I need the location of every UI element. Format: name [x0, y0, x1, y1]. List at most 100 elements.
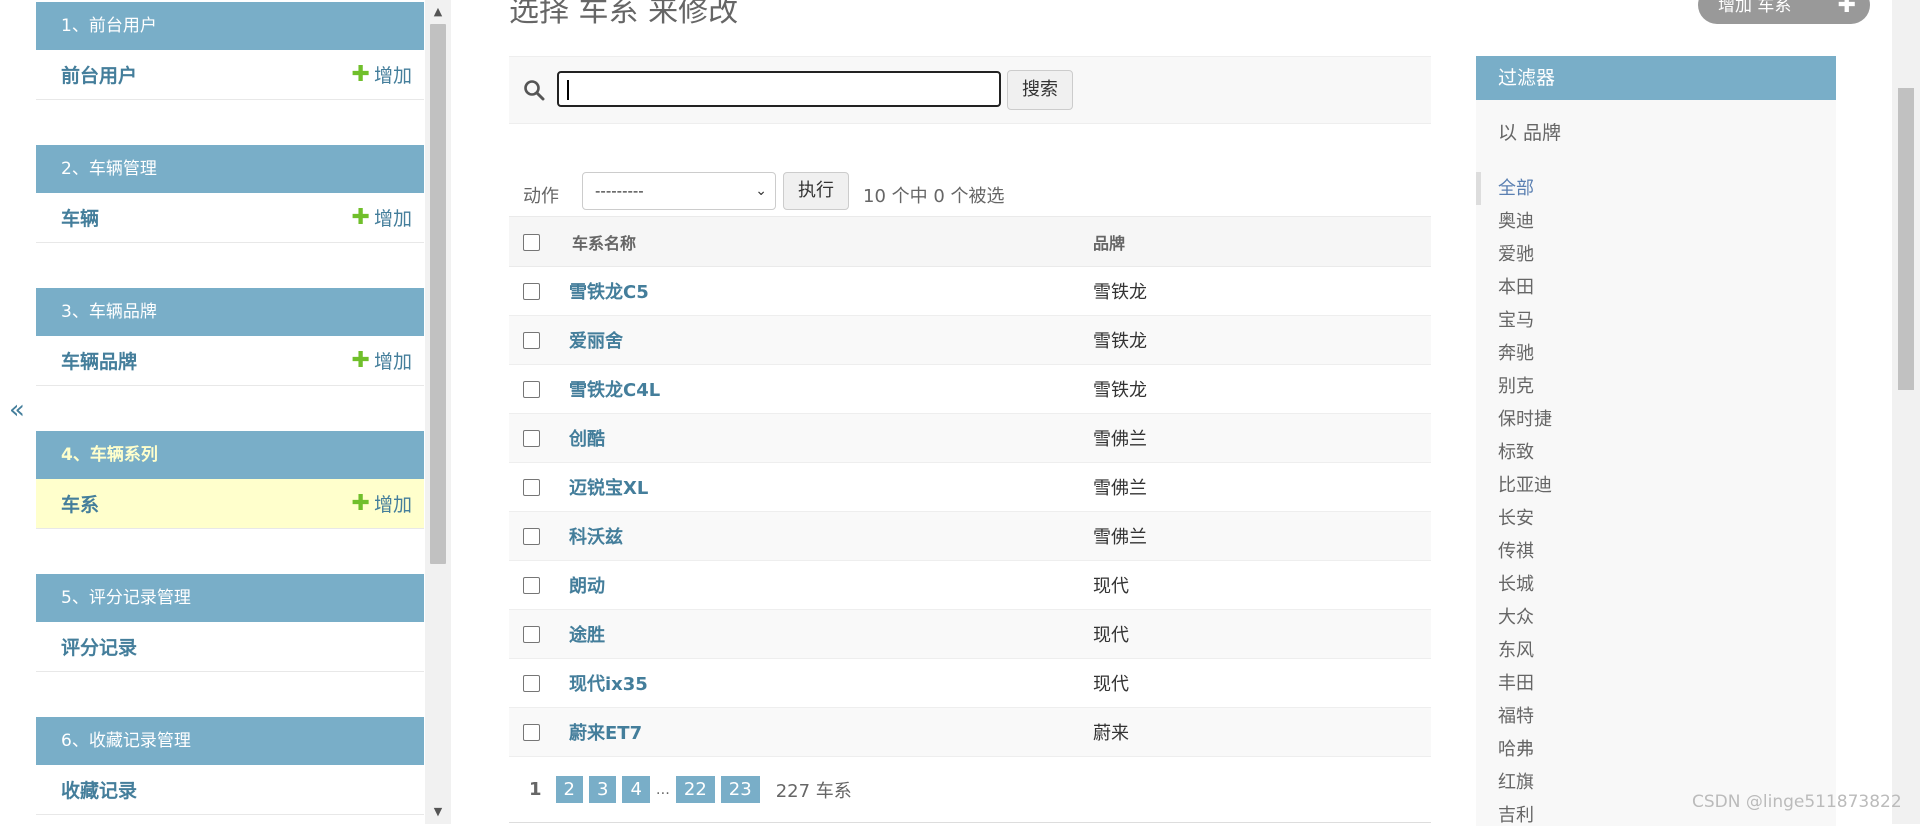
- search-button[interactable]: 搜索: [1007, 70, 1073, 110]
- row-checkbox[interactable]: [523, 675, 540, 692]
- table-row: 科沃兹 雪佛兰: [509, 511, 1431, 561]
- model-link-series[interactable]: 车系: [61, 490, 99, 517]
- column-header-brand[interactable]: 品牌: [1093, 216, 1431, 267]
- scroll-up-icon[interactable]: ▲: [425, 2, 451, 22]
- text-cursor: [567, 80, 569, 100]
- scrollbar-thumb[interactable]: [430, 24, 446, 564]
- model-link-favorite-record[interactable]: 收藏记录: [61, 776, 137, 803]
- filter-link[interactable]: 东风: [1498, 640, 1534, 661]
- module-caption[interactable]: 4、车辆系列: [36, 431, 424, 479]
- model-link-rating-record[interactable]: 评分记录: [61, 633, 137, 660]
- filter-link[interactable]: 本田: [1498, 277, 1534, 298]
- row-checkbox[interactable]: [523, 724, 540, 741]
- row-checkbox[interactable]: [523, 332, 540, 349]
- plus-icon: ✚: [351, 490, 370, 516]
- table-row: 爱丽舍 雪铁龙: [509, 315, 1431, 365]
- column-header-series-name[interactable]: 车系名称: [569, 216, 1093, 267]
- filter-link[interactable]: 奔驰: [1498, 343, 1534, 364]
- page-link[interactable]: 23: [720, 776, 760, 803]
- row-checkbox[interactable]: [523, 381, 540, 398]
- module-caption[interactable]: 6、收藏记录管理: [36, 717, 424, 765]
- filter-link[interactable]: 比亚迪: [1498, 475, 1552, 496]
- filter-link[interactable]: 标致: [1498, 442, 1534, 463]
- series-name-cell: 蔚来ET7: [569, 707, 1093, 757]
- filter-link[interactable]: 哈弗: [1498, 739, 1534, 760]
- filter-link[interactable]: 吉利: [1498, 805, 1534, 826]
- table-row: 创酷 雪佛兰: [509, 413, 1431, 463]
- table-row: 雪铁龙C5 雪铁龙: [509, 266, 1431, 316]
- filter-link[interactable]: 爱驰: [1498, 244, 1534, 265]
- series-link[interactable]: 蔚来ET7: [569, 723, 642, 744]
- table-row: 现代ix35 现代: [509, 658, 1431, 708]
- series-link[interactable]: 雪铁龙C4L: [569, 380, 660, 401]
- page-link[interactable]: 2: [555, 776, 583, 803]
- filter-link[interactable]: 宝马: [1498, 310, 1534, 331]
- plus-icon: ✚: [351, 347, 370, 373]
- add-series-button[interactable]: 增加 车系 ✚: [1698, 0, 1870, 24]
- table-row: 蔚来ET7 蔚来: [509, 707, 1431, 757]
- module-caption[interactable]: 5、评分记录管理: [36, 574, 424, 622]
- filter-link[interactable]: 奥迪: [1498, 211, 1534, 232]
- brand-cell: 现代: [1093, 658, 1431, 708]
- series-link[interactable]: 途胜: [569, 625, 605, 646]
- page-link[interactable]: 4: [622, 776, 650, 803]
- filter-link[interactable]: 保时捷: [1498, 409, 1552, 430]
- series-link[interactable]: 雪铁龙C5: [569, 282, 649, 303]
- series-link[interactable]: 创酷: [569, 429, 605, 450]
- row-checkbox[interactable]: [523, 430, 540, 447]
- row-checkbox[interactable]: [523, 528, 540, 545]
- filter-link[interactable]: 长安: [1498, 508, 1534, 529]
- filter-item: 奔驰: [1476, 337, 1836, 370]
- model-link-vehicle[interactable]: 车辆: [61, 204, 99, 231]
- go-button[interactable]: 执行: [783, 172, 849, 210]
- filter-link[interactable]: 福特: [1498, 706, 1534, 727]
- series-link[interactable]: 迈锐宝XL: [569, 478, 648, 499]
- add-series-link[interactable]: ✚ 增加: [352, 490, 412, 517]
- add-label: 增加: [373, 351, 412, 373]
- action-select[interactable]: --------- ⌄: [582, 172, 776, 210]
- series-link[interactable]: 现代ix35: [569, 674, 648, 695]
- scroll-down-icon[interactable]: ▼: [425, 802, 451, 822]
- row-checkbox[interactable]: [523, 626, 540, 643]
- sidebar-scrollbar[interactable]: ▲ ▼: [425, 0, 451, 824]
- add-vehicle-link[interactable]: ✚ 增加: [352, 204, 412, 231]
- page-link[interactable]: 3: [588, 776, 617, 803]
- series-link[interactable]: 科沃兹: [569, 527, 623, 548]
- model-link-frontend-user[interactable]: 前台用户: [61, 61, 137, 88]
- scrollbar-thumb[interactable]: [1898, 88, 1914, 390]
- page-scrollbar[interactable]: [1892, 0, 1920, 824]
- row-check-cell: [509, 609, 569, 659]
- module-caption[interactable]: 1、前台用户: [36, 2, 424, 50]
- plus-icon: ✚: [1837, 0, 1856, 18]
- row-checkbox[interactable]: [523, 577, 540, 594]
- add-vehicle-brand-link[interactable]: ✚ 增加: [352, 347, 412, 374]
- filter-item-all: 全部: [1476, 172, 1836, 205]
- module-row: 车辆品牌 ✚ 增加: [36, 336, 424, 386]
- brand-cell: 雪佛兰: [1093, 413, 1431, 463]
- filter-link[interactable]: 长城: [1498, 574, 1534, 595]
- search-input[interactable]: [557, 71, 1001, 107]
- filter-link[interactable]: 大众: [1498, 607, 1534, 628]
- series-name-cell: 朗动: [569, 560, 1093, 610]
- filter-link[interactable]: 别克: [1498, 376, 1534, 397]
- series-link[interactable]: 朗动: [569, 576, 605, 597]
- sidebar-collapse-toggle[interactable]: «: [0, 390, 34, 430]
- add-frontend-user-link[interactable]: ✚ 增加: [352, 61, 412, 88]
- module-caption[interactable]: 2、车辆管理: [36, 145, 424, 193]
- module-frontend-users: 1、前台用户 前台用户 ✚ 增加: [36, 2, 424, 100]
- series-link[interactable]: 爱丽舍: [569, 331, 623, 352]
- filter-item: 比亚迪: [1476, 469, 1836, 502]
- search-toolbar: 搜索: [509, 56, 1431, 124]
- model-link-vehicle-brand[interactable]: 车辆品牌: [61, 347, 137, 374]
- module-favorite-records: 6、收藏记录管理 收藏记录: [36, 717, 424, 815]
- filter-link[interactable]: 全部: [1498, 178, 1534, 199]
- module-caption[interactable]: 3、车辆品牌: [36, 288, 424, 336]
- row-checkbox[interactable]: [523, 479, 540, 496]
- page-link[interactable]: 22: [675, 776, 715, 803]
- row-checkbox[interactable]: [523, 283, 540, 300]
- brand-cell: 雪铁龙: [1093, 315, 1431, 365]
- select-all-checkbox[interactable]: [523, 234, 540, 251]
- filter-link[interactable]: 传祺: [1498, 541, 1534, 562]
- filter-link[interactable]: 丰田: [1498, 673, 1534, 694]
- filter-link[interactable]: 红旗: [1498, 772, 1534, 793]
